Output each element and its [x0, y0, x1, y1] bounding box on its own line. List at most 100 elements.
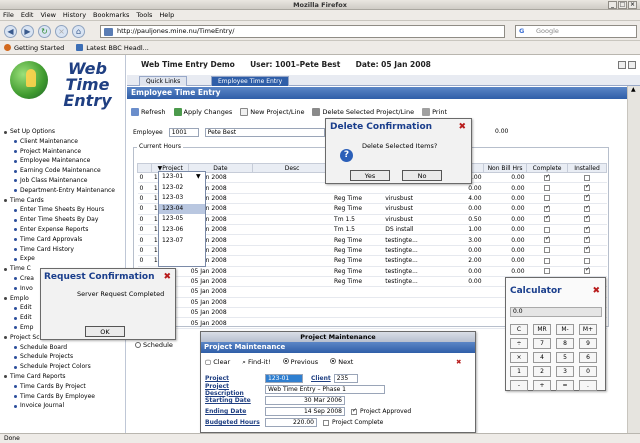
earning-code-cell[interactable] — [332, 286, 384, 298]
dropdown-option[interactable]: 123-03 — [159, 193, 205, 204]
desc-cell[interactable] — [252, 224, 333, 236]
nonbill-cell[interactable]: 0.00 — [483, 234, 527, 246]
earning-code-cell[interactable] — [332, 307, 384, 319]
close-panel-icon[interactable] — [628, 61, 636, 69]
installed-checkbox[interactable] — [584, 245, 590, 254]
col-header-nonbill[interactable]: Non Bill Hrs — [483, 163, 528, 173]
installed-checkbox[interactable] — [584, 193, 590, 202]
close-icon[interactable]: ✖ — [592, 286, 600, 296]
end-field[interactable]: 14 Sep 2008 — [265, 407, 345, 416]
sidebar-item[interactable]: Time Card Approvals — [2, 235, 125, 245]
find-button[interactable]: ⌕ Find-it! — [242, 358, 270, 367]
complete-checkbox[interactable] — [544, 247, 551, 254]
forward-icon[interactable]: ▶ — [21, 25, 34, 38]
menu-bookmarks[interactable]: Bookmarks — [93, 11, 129, 19]
sidebar-item[interactable]: Time Cards By Employee — [2, 392, 125, 402]
calculator-key[interactable]: 7 — [533, 338, 551, 349]
nonbill-cell[interactable]: 0.00 — [483, 172, 527, 184]
project-field[interactable]: 123-01 — [265, 374, 303, 383]
desc-field[interactable]: Web Time Entry – Phase 1 — [265, 385, 385, 394]
table-row[interactable]: 0123-0105 Jan 20080.000.00 — [137, 182, 607, 194]
earning-code-cell[interactable] — [332, 297, 384, 309]
client-field[interactable]: 235 — [333, 374, 358, 383]
desc-cell[interactable] — [252, 255, 333, 267]
no-button[interactable]: No — [402, 170, 442, 181]
desc-cell[interactable] — [252, 203, 333, 215]
table-row[interactable]: 0123-0505 Jan 2008Tm 1.5DS install1.000.… — [137, 224, 607, 236]
stop-icon[interactable]: × — [55, 25, 68, 38]
complete-checkbox[interactable] — [323, 419, 329, 426]
desc-cell[interactable] — [252, 234, 333, 246]
dropdown-arrow-icon[interactable]: ▼ — [196, 173, 201, 180]
client-cell[interactable]: testingte... — [383, 234, 439, 246]
complete-checkbox[interactable] — [544, 195, 551, 202]
calculator-key[interactable]: = — [556, 380, 574, 391]
sidebar-item[interactable]: Job Class Maintenance — [2, 176, 125, 186]
sidebar-item[interactable]: Client Maintenance — [2, 137, 125, 147]
hours-cell[interactable]: 0.00 — [438, 266, 484, 277]
sidebar-item[interactable]: Time Card History — [2, 245, 125, 255]
previous-radio[interactable] — [282, 358, 289, 364]
sidebar-item[interactable]: Time Cards By Project — [2, 382, 125, 392]
client-cell[interactable]: virusbust — [383, 214, 439, 225]
date-cell[interactable]: 05 Jan 2008 — [188, 286, 253, 298]
bookmark-bbc[interactable]: Latest BBC Headl... — [76, 44, 149, 52]
budget-field[interactable]: 220.00 — [265, 418, 317, 427]
next-button[interactable]: Next — [330, 358, 353, 367]
desc-cell[interactable] — [252, 193, 333, 205]
calculator-key[interactable]: 0 — [579, 366, 597, 377]
previous-button[interactable]: Previous — [282, 358, 318, 367]
earning-code-cell[interactable]: Reg Time — [332, 245, 384, 257]
earning-code-cell[interactable]: Tm 1.5 — [332, 224, 384, 236]
refresh-button[interactable]: Refresh — [131, 106, 166, 118]
earning-code-cell[interactable] — [332, 317, 384, 329]
installed-checkbox[interactable] — [584, 235, 590, 244]
nonbill-cell[interactable]: 0.00 — [483, 224, 527, 236]
calculator-key[interactable]: . — [579, 380, 597, 391]
menu-file[interactable]: File — [3, 11, 14, 19]
hours-cell[interactable]: 0.50 — [438, 214, 484, 225]
bookmark-getting-started[interactable]: Getting Started — [4, 44, 64, 52]
menu-edit[interactable]: Edit — [21, 11, 34, 19]
calculator-key[interactable]: 8 — [556, 338, 574, 349]
scroll-up-icon[interactable]: ▲ — [631, 86, 636, 93]
client-cell[interactable] — [383, 307, 439, 319]
hours-cell[interactable] — [438, 286, 484, 298]
hours-cell[interactable]: 0.00 — [438, 203, 484, 215]
nonbill-cell[interactable]: 0.00 — [483, 245, 527, 257]
earning-code-cell[interactable]: Reg Time — [332, 234, 384, 246]
sidebar-item[interactable]: Schedule Board — [2, 343, 125, 353]
hours-cell[interactable]: 0.00 — [438, 276, 484, 288]
calculator-key[interactable]: 5 — [556, 352, 574, 363]
nonbill-cell[interactable]: 0.00 — [483, 214, 527, 225]
minimize-button[interactable]: _ — [608, 1, 617, 9]
delete-project-line-button[interactable]: Delete Selected Project/Line — [312, 106, 414, 118]
desc-cell[interactable] — [252, 266, 333, 277]
reload-icon[interactable]: ↻ — [38, 25, 51, 38]
table-row[interactable]: 0123-0305 Jan 2008Reg Timevirusbust0.000… — [137, 203, 607, 215]
date-cell[interactable]: 05 Jan 2008 — [188, 307, 253, 319]
installed-checkbox[interactable] — [584, 225, 590, 233]
earning-code-cell[interactable]: Tm 1.5 — [332, 214, 384, 225]
desc-cell[interactable] — [252, 182, 333, 194]
sidebar-item[interactable]: Employee Maintenance — [2, 156, 125, 166]
installed-checkbox[interactable] — [584, 214, 590, 223]
calculator-key[interactable]: 6 — [579, 352, 597, 363]
earning-code-cell[interactable] — [332, 182, 384, 194]
dropdown-option[interactable]: 123-02 — [159, 183, 205, 194]
table-row[interactable]: 0123-0405 Jan 2008Reg Timetestingte...0.… — [137, 245, 607, 257]
calculator-key[interactable]: × — [510, 352, 528, 363]
installed-checkbox[interactable] — [584, 174, 590, 181]
approved-checkbox[interactable] — [351, 407, 357, 415]
date-cell[interactable]: 05 Jan 2008 — [188, 266, 253, 277]
pm-close-icon[interactable]: ✖ — [456, 358, 461, 366]
desc-cell[interactable] — [252, 307, 333, 319]
client-cell[interactable]: testingte... — [383, 266, 439, 277]
tab-employee-time-entry[interactable]: Employee Time Entry — [211, 76, 290, 86]
hours-cell[interactable] — [438, 297, 484, 309]
sidebar-item[interactable]: Invoice Journal — [2, 401, 125, 411]
table-row[interactable]: 0123-0605 Jan 2008Reg Timetestingte...3.… — [137, 234, 607, 246]
hours-cell[interactable]: 4.00 — [438, 193, 484, 205]
earning-code-cell[interactable]: Reg Time — [332, 193, 384, 205]
client-cell[interactable]: testingte... — [383, 276, 439, 288]
